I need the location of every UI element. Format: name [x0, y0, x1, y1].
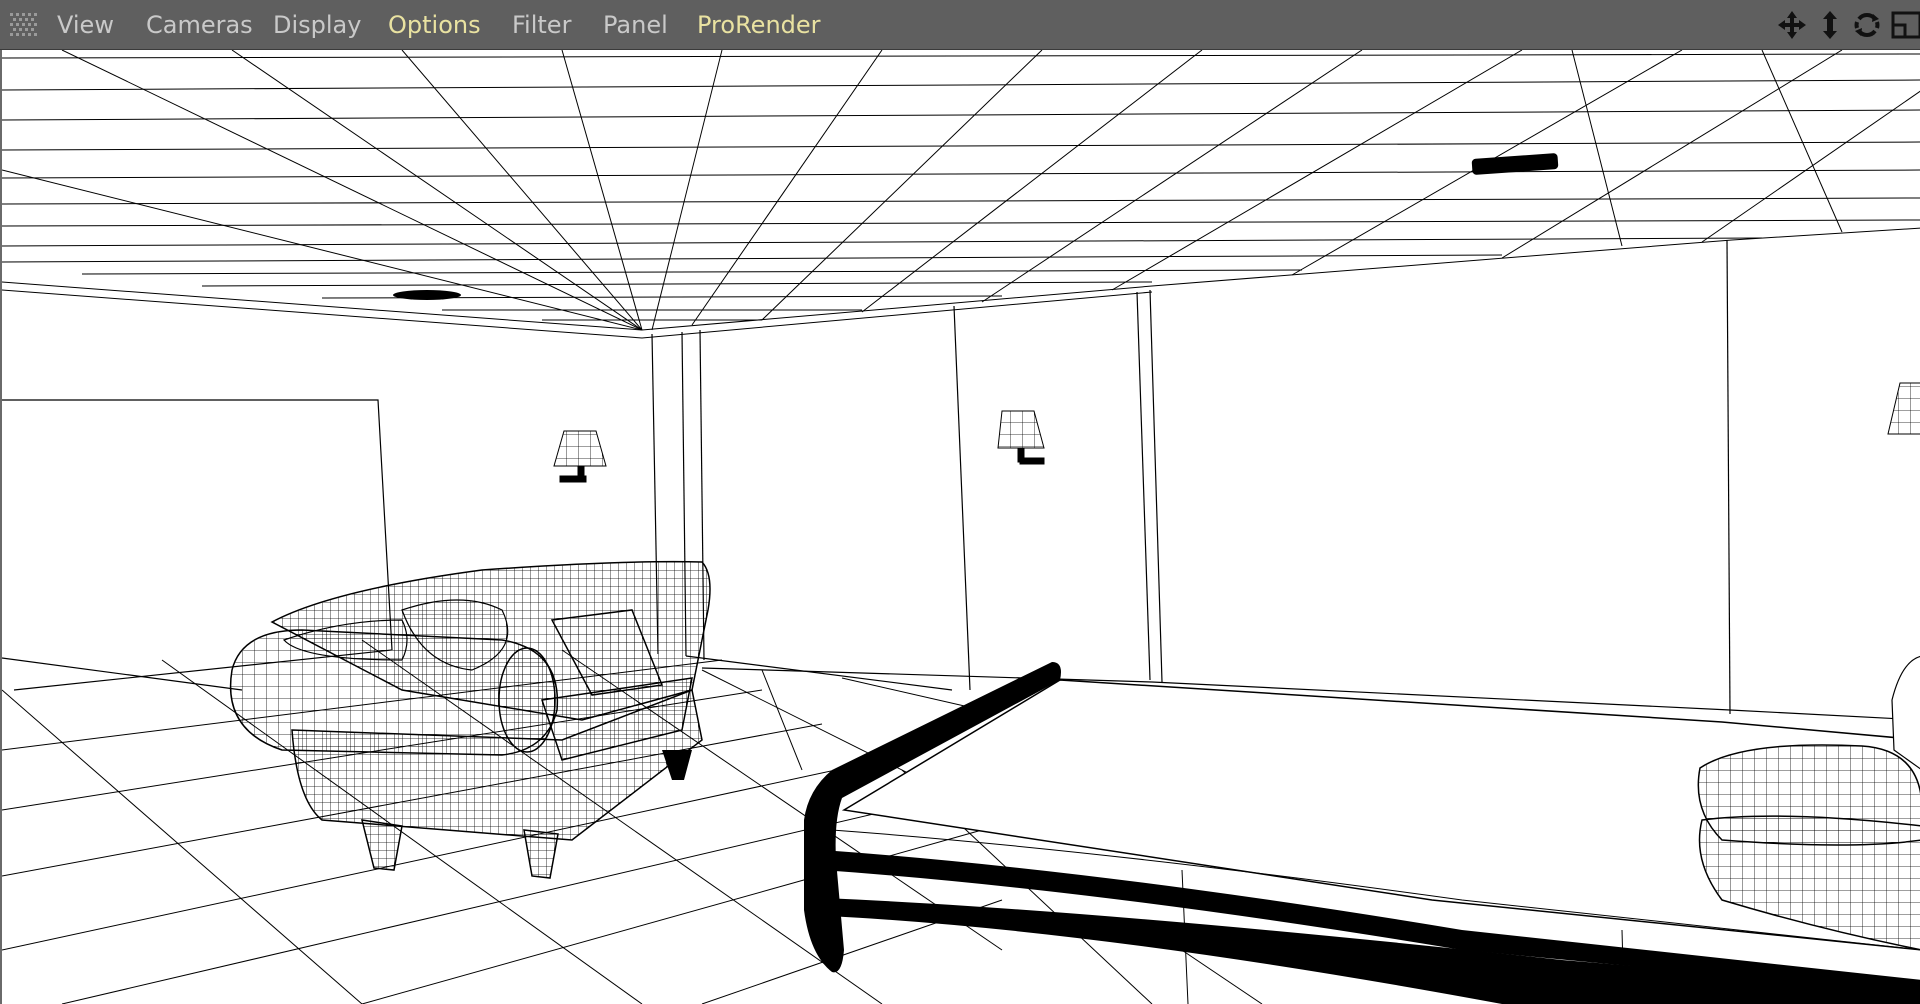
rotate-icon[interactable]	[1852, 10, 1882, 40]
sofa	[229, 560, 711, 879]
menu-view[interactable]: View	[57, 0, 114, 50]
ceiling-grid	[2, 50, 1920, 339]
menu-panel[interactable]: Panel	[603, 0, 668, 50]
3d-viewport[interactable]	[0, 50, 1920, 1004]
menu-display[interactable]: Display	[273, 0, 361, 50]
bed	[804, 656, 1920, 1004]
menu-prorender[interactable]: ProRender	[697, 0, 821, 50]
wall-lamp	[997, 410, 1045, 465]
wireframe-scene[interactable]	[2, 50, 1920, 1004]
move-icon[interactable]	[1777, 10, 1807, 40]
menu-options[interactable]: Options	[388, 0, 481, 50]
dolly-icon[interactable]	[1815, 10, 1845, 40]
toggle-view-icon[interactable]	[1890, 10, 1920, 40]
wall-lamp	[553, 430, 607, 483]
menu-filter[interactable]: Filter	[512, 0, 571, 50]
viewport-menubar: View Cameras Display Options Filter Pane…	[0, 0, 1920, 50]
menu-cameras[interactable]: Cameras	[146, 0, 253, 50]
ceiling-vent	[393, 290, 461, 300]
grip-icon[interactable]	[10, 13, 38, 37]
wall-lamp	[1887, 382, 1920, 435]
